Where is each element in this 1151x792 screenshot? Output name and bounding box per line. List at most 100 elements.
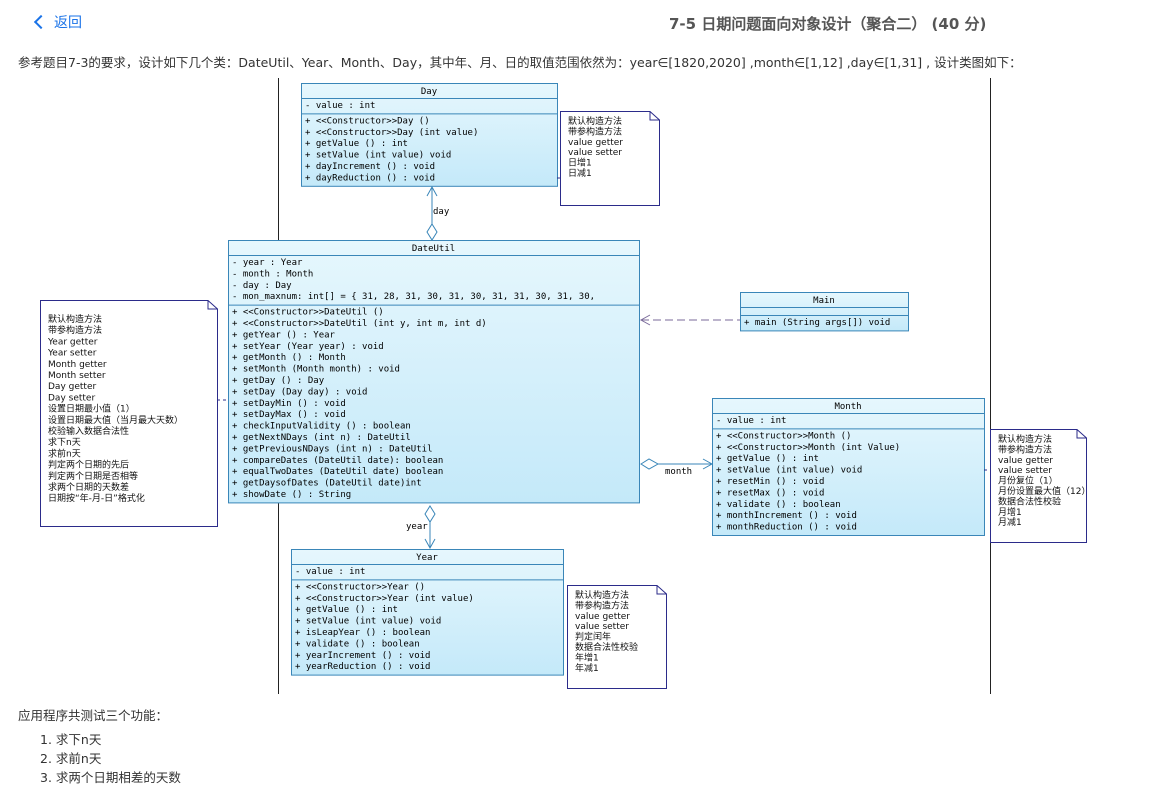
class-method: + equalTwoDates (DateUtil date) boolean bbox=[232, 467, 443, 477]
class-method: + monthIncrement () : void bbox=[716, 511, 857, 521]
function-item: 3. 求两个日期相差的天数 bbox=[40, 770, 181, 785]
class-method: + dayReduction () : void bbox=[305, 173, 435, 183]
class-method: + resetMax () : void bbox=[716, 488, 824, 498]
class-method: + compareDates (DateUtil date): boolean bbox=[232, 456, 443, 466]
class-method: + setValue (int value) void bbox=[305, 151, 451, 161]
back-label: 返回 bbox=[54, 15, 82, 31]
class-method: + isLeapYear () : boolean bbox=[295, 628, 430, 638]
class-method: + getPreviousNDays (int n) : DateUtil bbox=[232, 444, 432, 454]
class-box-dateutil: DateUtil - year : Year- month : Month - da… bbox=[228, 240, 640, 504]
class-method: + validate () : boolean bbox=[295, 639, 420, 649]
functions-heading: 应用程序共测试三个功能： bbox=[18, 708, 169, 723]
note-line: 带参构造方法 bbox=[568, 125, 622, 137]
note-line: 判定两个日期是否相等 bbox=[48, 470, 138, 482]
note-line: 日增1 bbox=[568, 157, 592, 169]
class-method: + getDay () : Day bbox=[232, 376, 325, 386]
class-method: + monthReduction () : void bbox=[716, 523, 857, 533]
class-attribute: - value : int bbox=[305, 101, 375, 111]
class-method: + setYear (Year year) : void bbox=[232, 342, 384, 352]
note-line: 月减1 bbox=[998, 516, 1022, 528]
class-method: + dayIncrement () : void bbox=[305, 162, 435, 172]
class-box-main: Main + main (String args[]) void bbox=[740, 292, 909, 332]
class-method: + getValue () : int bbox=[305, 139, 408, 149]
note-line: 判定两个日期的先后 bbox=[48, 459, 129, 471]
class-method: + setValue (int value) void bbox=[295, 617, 441, 627]
note-line: 月份复位（1） bbox=[998, 475, 1058, 487]
class-method: + validate () : boolean bbox=[716, 500, 841, 510]
note-line: value setter bbox=[998, 466, 1052, 476]
aggregation-diamond-day bbox=[426, 223, 438, 241]
class-method: + setDayMin () : void bbox=[232, 399, 346, 409]
note-line: 默认构造方法 bbox=[998, 433, 1052, 445]
note-line: 月份设置最大值（12） bbox=[998, 485, 1090, 497]
function-item: 2. 求前n天 bbox=[40, 751, 102, 766]
class-method: + <<Constructor>>Day (int value) bbox=[305, 128, 478, 138]
class-method: + setDayMax () : void bbox=[232, 410, 346, 420]
class-method: + <<Constructor>>DateUtil (int y, int m,… bbox=[232, 319, 487, 329]
class-method: + getNextNDays (int n) : DateUtil bbox=[232, 433, 411, 443]
note-line: 求前n天 bbox=[48, 447, 81, 459]
note-line: 月增1 bbox=[998, 506, 1022, 518]
note-line: 设置日期最小值（1） bbox=[48, 403, 135, 415]
class-attribute: - day : Day bbox=[232, 281, 292, 291]
class-method: + <<Constructor>>DateUtil () bbox=[232, 308, 384, 318]
note-line: value getter bbox=[998, 456, 1053, 466]
class-method: + getDaysofDates (DateUtil date)int bbox=[232, 479, 422, 489]
class-method: + checkInputValidity () : boolean bbox=[232, 422, 411, 432]
note-line: value getter bbox=[575, 612, 630, 622]
class-method: + getMonth () : Month bbox=[232, 353, 346, 363]
functions-list: 1. 求下n天 2. 求前n天 3. 求两个日期相差的天数 bbox=[40, 730, 181, 787]
class-method: + setDay (Day day) : void bbox=[232, 387, 367, 397]
page-title: 7-5 日期问题面向对象设计（聚合二） (40 分) bbox=[669, 15, 987, 33]
function-item: 1. 求下n天 bbox=[40, 732, 102, 747]
class-attribute: - value : int bbox=[716, 416, 786, 426]
note-line: Month getter bbox=[48, 360, 107, 370]
class-method: + main (String args[]) void bbox=[744, 318, 890, 328]
note-line: 带参构造方法 bbox=[998, 443, 1052, 455]
class-attribute: - month : Month bbox=[232, 269, 313, 279]
class-name-day: Day bbox=[421, 87, 438, 97]
note-dateutil: 默认构造方法带参构造方法Year getterYear setterMonth … bbox=[40, 300, 218, 527]
note-year: 默认构造方法带参构造方法value gettervalue setter判定闰年… bbox=[567, 585, 667, 689]
assoc-label-year: year bbox=[406, 522, 428, 532]
note-line: 校验输入数据合法性 bbox=[48, 425, 129, 437]
note-line: 默认构造方法 bbox=[568, 115, 622, 127]
assoc-label-month: month bbox=[665, 467, 692, 477]
class-name-month: Month bbox=[834, 402, 861, 412]
class-method: + getValue () : int bbox=[716, 454, 819, 464]
note-line: 默认构造方法 bbox=[575, 589, 629, 601]
note-line: 判定闰年 bbox=[575, 631, 611, 643]
class-name-year: Year bbox=[416, 553, 438, 563]
class-method: + resetMin () : void bbox=[716, 477, 824, 487]
chevron-left-icon bbox=[33, 14, 49, 30]
class-box-year: Year - value : int + <<Constructor>>Year (… bbox=[291, 549, 564, 676]
note-line: 设置日期最大值（当月最大天数） bbox=[48, 414, 183, 426]
assoc-label-day: day bbox=[433, 207, 450, 217]
note-day: 默认构造方法带参构造方法value gettervalue setter日增1日… bbox=[560, 111, 660, 206]
note-line: Day setter bbox=[48, 393, 95, 403]
note-line: Year setter bbox=[47, 349, 97, 359]
class-method: + yearReduction () : void bbox=[295, 662, 430, 672]
note-line: 带参构造方法 bbox=[575, 599, 629, 611]
note-line: value setter bbox=[568, 148, 622, 158]
problem-intro: 参考题目7-3的要求，设计如下几个类：DateUtil、Year、Month、D… bbox=[18, 55, 1022, 70]
note-line: 默认构造方法 bbox=[48, 313, 102, 325]
note-line: 求下n天 bbox=[48, 436, 81, 448]
class-method: + <<Constructor>>Day () bbox=[305, 116, 430, 126]
aggregation-diamond-month bbox=[640, 458, 660, 470]
class-box-day: Day - value : int + <<Constructor>>Day () +… bbox=[301, 83, 558, 187]
note-month: 默认构造方法带参构造方法value gettervalue setter月份复位… bbox=[990, 429, 1090, 543]
class-box-month: Month - value : int + <<Constructor>>Month… bbox=[712, 398, 985, 536]
note-line: 日减1 bbox=[568, 167, 592, 179]
back-button[interactable]: 返回 bbox=[33, 12, 82, 32]
class-method: + setValue (int value) void bbox=[716, 466, 862, 476]
note-line: 数据合法性校验 bbox=[575, 641, 638, 653]
note-line: value getter bbox=[568, 138, 623, 148]
note-line: 求两个日期的天数差 bbox=[48, 481, 129, 493]
note-line: Month setter bbox=[48, 371, 106, 381]
note-line: 年增1 bbox=[575, 651, 599, 663]
class-method: + <<Constructor>>Month (int Value) bbox=[716, 443, 900, 453]
aggregation-diamond-year bbox=[424, 505, 436, 523]
note-line: Day getter bbox=[48, 382, 96, 392]
class-attribute: - year : Year bbox=[232, 258, 303, 268]
